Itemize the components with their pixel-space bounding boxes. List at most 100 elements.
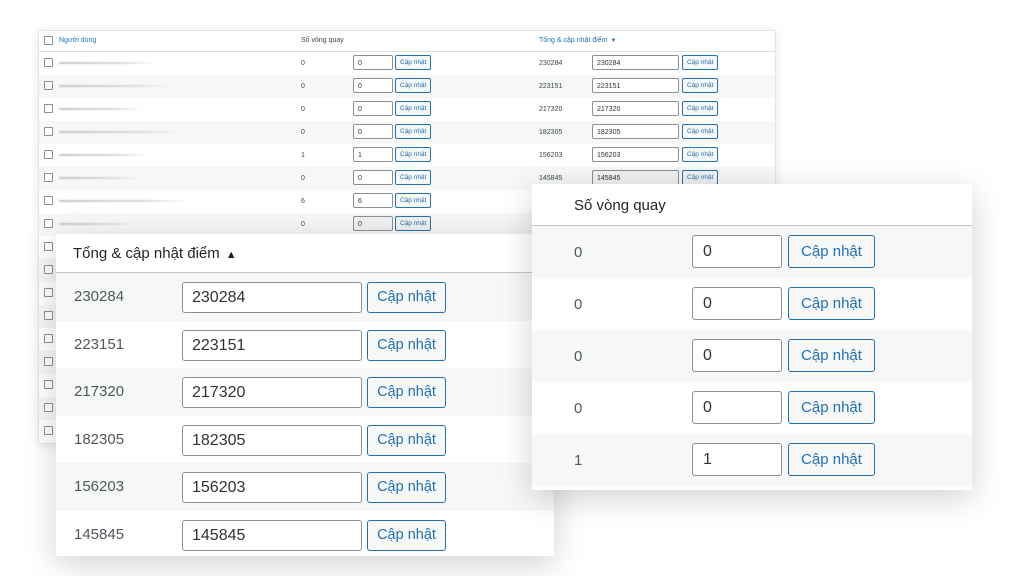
row-checkbox[interactable] bbox=[44, 58, 53, 67]
points-input[interactable]: 145845 bbox=[182, 519, 362, 551]
spins-input[interactable]: 0 bbox=[353, 101, 393, 116]
points-update-button[interactable]: Cập nhật bbox=[682, 101, 719, 116]
table-row: 0 0 Cập nhật 223151 223151 Cập nhật bbox=[39, 75, 775, 98]
points-update-button[interactable]: Cập nhật bbox=[367, 329, 446, 361]
spins-update-button[interactable]: Cập nhật bbox=[788, 443, 875, 476]
points-update-button[interactable]: Cập nhật bbox=[367, 519, 446, 551]
column-user-header[interactable]: Người dùng bbox=[59, 37, 96, 44]
sort-asc-icon: ▲ bbox=[225, 249, 237, 261]
row-checkbox[interactable] bbox=[44, 380, 53, 389]
points-update-button[interactable]: Cập nhật bbox=[367, 282, 446, 313]
spins-value: 0 bbox=[574, 400, 583, 417]
points-input[interactable]: 182305 bbox=[592, 124, 679, 139]
spins-input[interactable]: 0 bbox=[353, 78, 393, 93]
spins-update-button[interactable]: Cập nhật bbox=[395, 101, 432, 116]
zoom-points-title[interactable]: Tổng & cập nhật điểm ▲ bbox=[73, 245, 237, 262]
spins-update-button[interactable]: Cập nhật bbox=[395, 170, 432, 185]
spins-input[interactable]: 0 bbox=[353, 170, 393, 185]
points-input[interactable]: 230284 bbox=[592, 55, 679, 70]
spins-input[interactable]: 1 bbox=[692, 443, 782, 476]
spins-input[interactable]: 0 bbox=[692, 339, 782, 372]
points-update-button[interactable]: Cập nhật bbox=[367, 424, 446, 456]
points-input[interactable]: 156203 bbox=[182, 472, 362, 503]
row-checkbox[interactable] bbox=[44, 265, 53, 274]
spins-update-button[interactable]: Cập nhật bbox=[395, 216, 432, 231]
row-checkbox[interactable] bbox=[44, 357, 53, 366]
points-input[interactable]: 182305 bbox=[182, 424, 362, 456]
column-points-header[interactable]: Tổng & cập nhật điểm ▼ bbox=[539, 37, 616, 44]
points-value: 223151 bbox=[539, 83, 563, 90]
spins-update-button[interactable]: Cập nhật bbox=[395, 147, 432, 162]
spins-update-button[interactable]: Cập nhật bbox=[788, 339, 875, 372]
spins-input[interactable]: 1 bbox=[353, 147, 393, 162]
points-input[interactable]: 223151 bbox=[182, 329, 362, 361]
points-update-button[interactable]: Cập nhật bbox=[682, 55, 719, 70]
table-row: 1 1 Cập nhật 156203 156203 Cập nhật bbox=[39, 144, 775, 167]
row-checkbox[interactable] bbox=[44, 311, 53, 320]
points-update-button[interactable]: Cập nhật bbox=[682, 124, 719, 139]
row-checkbox[interactable] bbox=[44, 403, 53, 412]
points-update-button[interactable]: Cập nhật bbox=[367, 472, 446, 503]
points-input[interactable]: 156203 bbox=[592, 147, 679, 162]
row-checkbox[interactable] bbox=[44, 150, 53, 159]
spins-value: 0 bbox=[574, 296, 583, 313]
spins-input[interactable]: 0 bbox=[353, 216, 393, 231]
spins-value: 1 bbox=[301, 152, 305, 159]
table-row: 0 0 Cập nhật 217320 217320 Cập nhật bbox=[39, 98, 775, 121]
points-input[interactable]: 217320 bbox=[592, 101, 679, 116]
user-name-redacted bbox=[59, 154, 149, 156]
spins-input[interactable]: 6 bbox=[353, 193, 393, 208]
row-checkbox[interactable] bbox=[44, 127, 53, 136]
zoom-spins-title: Số vòng quay bbox=[574, 197, 666, 214]
points-update-button[interactable]: Cập nhật bbox=[682, 78, 719, 93]
spins-update-button[interactable]: Cập nhật bbox=[395, 55, 432, 70]
points-value: 156203 bbox=[539, 152, 563, 159]
row-checkbox[interactable] bbox=[44, 242, 53, 251]
table-row: 217320 217320 Cập nhật bbox=[56, 368, 554, 416]
points-update-button[interactable]: Cập nhật bbox=[367, 377, 446, 408]
user-name-redacted bbox=[59, 131, 179, 133]
points-input[interactable]: 145845 bbox=[592, 170, 679, 185]
spins-update-button[interactable]: Cập nhật bbox=[395, 193, 432, 208]
table-row: 1 1 Cập nhật bbox=[532, 434, 972, 486]
row-checkbox[interactable] bbox=[44, 334, 53, 343]
row-checkbox[interactable] bbox=[44, 219, 53, 228]
zoom-spins-header: Số vòng quay bbox=[532, 184, 972, 226]
row-checkbox[interactable] bbox=[44, 173, 53, 182]
points-value: 145845 bbox=[74, 525, 125, 543]
points-input[interactable]: 230284 bbox=[182, 282, 362, 313]
zoom-points-header: Tổng & cập nhật điểm ▲ bbox=[56, 234, 554, 273]
spins-value: 6 bbox=[301, 198, 305, 205]
table-row: 0 0 Cập nhật 182305 182305 Cập nhật bbox=[39, 121, 775, 144]
table-row: 223151 223151 Cập nhật bbox=[56, 321, 554, 369]
row-checkbox[interactable] bbox=[44, 426, 53, 435]
spins-value: 0 bbox=[574, 244, 583, 261]
row-checkbox[interactable] bbox=[44, 288, 53, 297]
spins-update-button[interactable]: Cập nhật bbox=[395, 78, 432, 93]
spins-value: 0 bbox=[301, 221, 305, 228]
spins-update-button[interactable]: Cập nhật bbox=[788, 287, 875, 320]
spins-input[interactable]: 0 bbox=[353, 55, 393, 70]
user-name-redacted bbox=[59, 200, 189, 202]
spins-update-button[interactable]: Cập nhật bbox=[788, 235, 875, 268]
user-name-redacted bbox=[59, 108, 144, 110]
points-input[interactable]: 217320 bbox=[182, 377, 362, 408]
points-value: 217320 bbox=[74, 383, 125, 400]
points-update-button[interactable]: Cập nhật bbox=[682, 147, 719, 162]
select-all-checkbox[interactable] bbox=[44, 36, 53, 45]
row-checkbox[interactable] bbox=[44, 81, 53, 90]
points-value: 230284 bbox=[74, 288, 125, 305]
user-name-redacted bbox=[59, 177, 139, 179]
row-checkbox[interactable] bbox=[44, 196, 53, 205]
points-update-button[interactable]: Cập nhật bbox=[682, 170, 719, 185]
spins-update-button[interactable]: Cập nhật bbox=[395, 124, 432, 139]
points-input[interactable]: 223151 bbox=[592, 78, 679, 93]
table-row: 182305 182305 Cập nhật bbox=[56, 416, 554, 464]
spins-input[interactable]: 0 bbox=[692, 235, 782, 268]
spins-input[interactable]: 0 bbox=[692, 287, 782, 320]
spins-input[interactable]: 0 bbox=[692, 391, 782, 424]
spins-value: 0 bbox=[301, 60, 305, 67]
spins-update-button[interactable]: Cập nhật bbox=[788, 391, 875, 424]
row-checkbox[interactable] bbox=[44, 104, 53, 113]
spins-input[interactable]: 0 bbox=[353, 124, 393, 139]
